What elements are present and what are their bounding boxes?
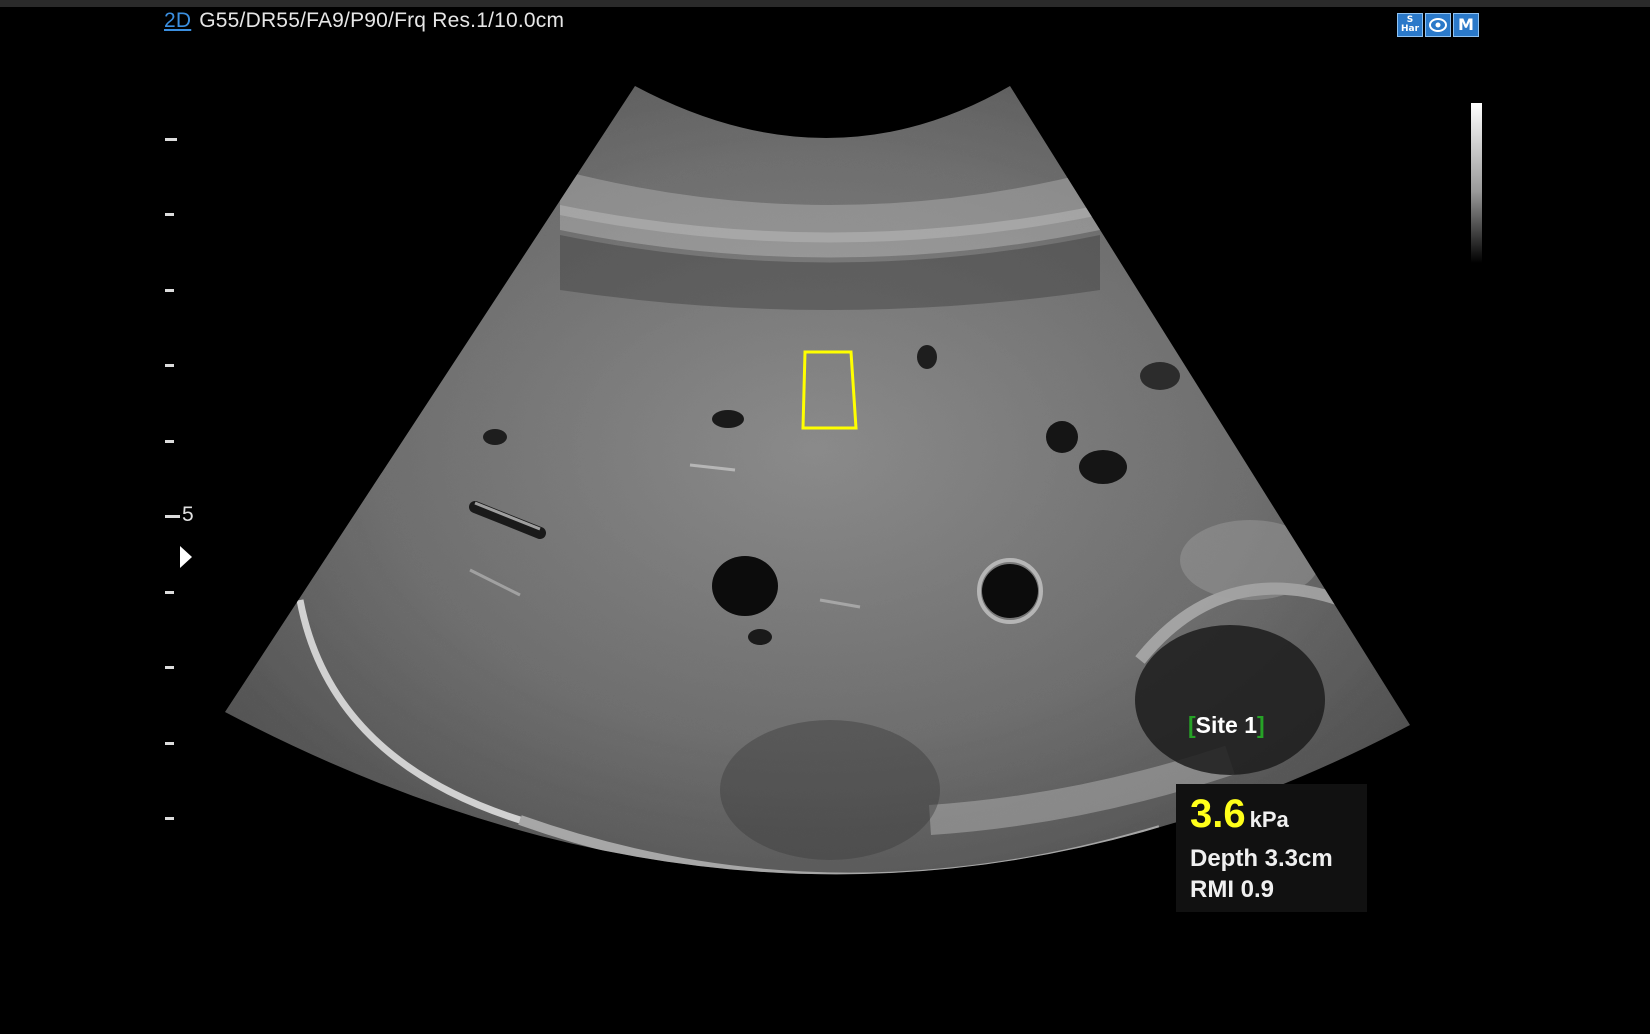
stiffness-value: 3.6 — [1190, 792, 1246, 836]
site-bracket-open: [ — [1188, 712, 1196, 738]
sector-scan — [225, 86, 1410, 875]
site-bracket-close: ] — [1257, 712, 1265, 738]
rmi-readout: RMI 0.9 — [1190, 876, 1275, 903]
stiffness-row: 3.6 kPa — [1190, 794, 1353, 843]
stiffness-unit: kPa — [1249, 807, 1289, 832]
site-name: Site 1 — [1195, 712, 1258, 738]
ultrasound-image — [225, 86, 1410, 875]
site-label: [Site 1] — [1188, 712, 1265, 739]
depth-readout: Depth 3.3cm — [1190, 845, 1333, 872]
elastography-result-panel: 3.6 kPa Depth 3.3cm RMI 0.9 — [1176, 784, 1367, 912]
